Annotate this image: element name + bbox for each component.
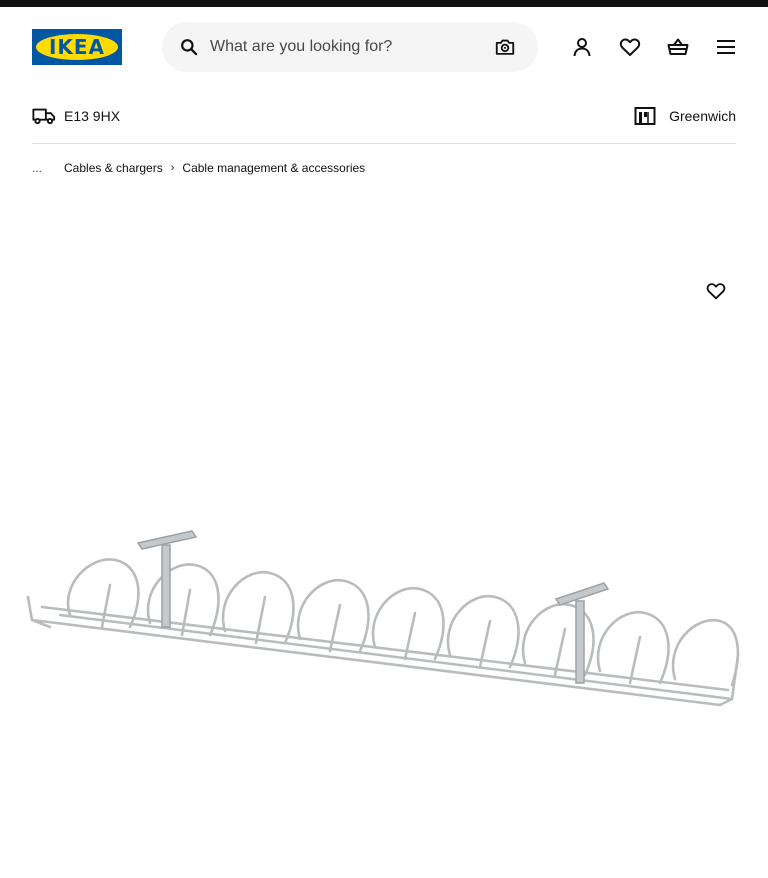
location-row: E13 9HX Greenwich <box>32 100 736 132</box>
camera-icon[interactable] <box>494 36 516 58</box>
breadcrumb-item-cables-chargers[interactable]: Cables & chargers <box>64 161 163 175</box>
heart-icon <box>706 283 726 300</box>
breadcrumb-ellipsis[interactable]: ... <box>32 161 42 175</box>
store-icon[interactable] <box>634 106 656 126</box>
breadcrumb-item-cable-management[interactable]: Cable management & accessories <box>182 161 365 175</box>
account-icon[interactable] <box>570 35 594 59</box>
favourites-icon[interactable] <box>618 35 642 59</box>
delivery-truck-icon[interactable] <box>32 106 56 126</box>
chevron-right-icon: › <box>170 162 175 174</box>
store-name[interactable]: Greenwich <box>669 107 736 125</box>
top-bar <box>0 0 768 7</box>
product-image-area <box>0 195 768 878</box>
breadcrumb: ... Cables & chargers › Cable management… <box>32 159 365 177</box>
search-bar[interactable] <box>162 22 538 72</box>
add-to-favourites-button[interactable] <box>703 278 729 304</box>
divider <box>32 143 736 144</box>
delivery-postcode[interactable]: E13 9HX <box>64 107 120 125</box>
product-image[interactable] <box>20 515 750 735</box>
search-icon[interactable] <box>179 37 199 57</box>
search-input[interactable] <box>210 22 480 72</box>
ikea-logo[interactable]: IKEA <box>32 29 122 65</box>
site-header: IKEA <box>0 7 768 87</box>
logo-text: IKEA <box>48 35 106 59</box>
basket-icon[interactable] <box>666 35 690 59</box>
menu-icon[interactable] <box>714 35 738 59</box>
